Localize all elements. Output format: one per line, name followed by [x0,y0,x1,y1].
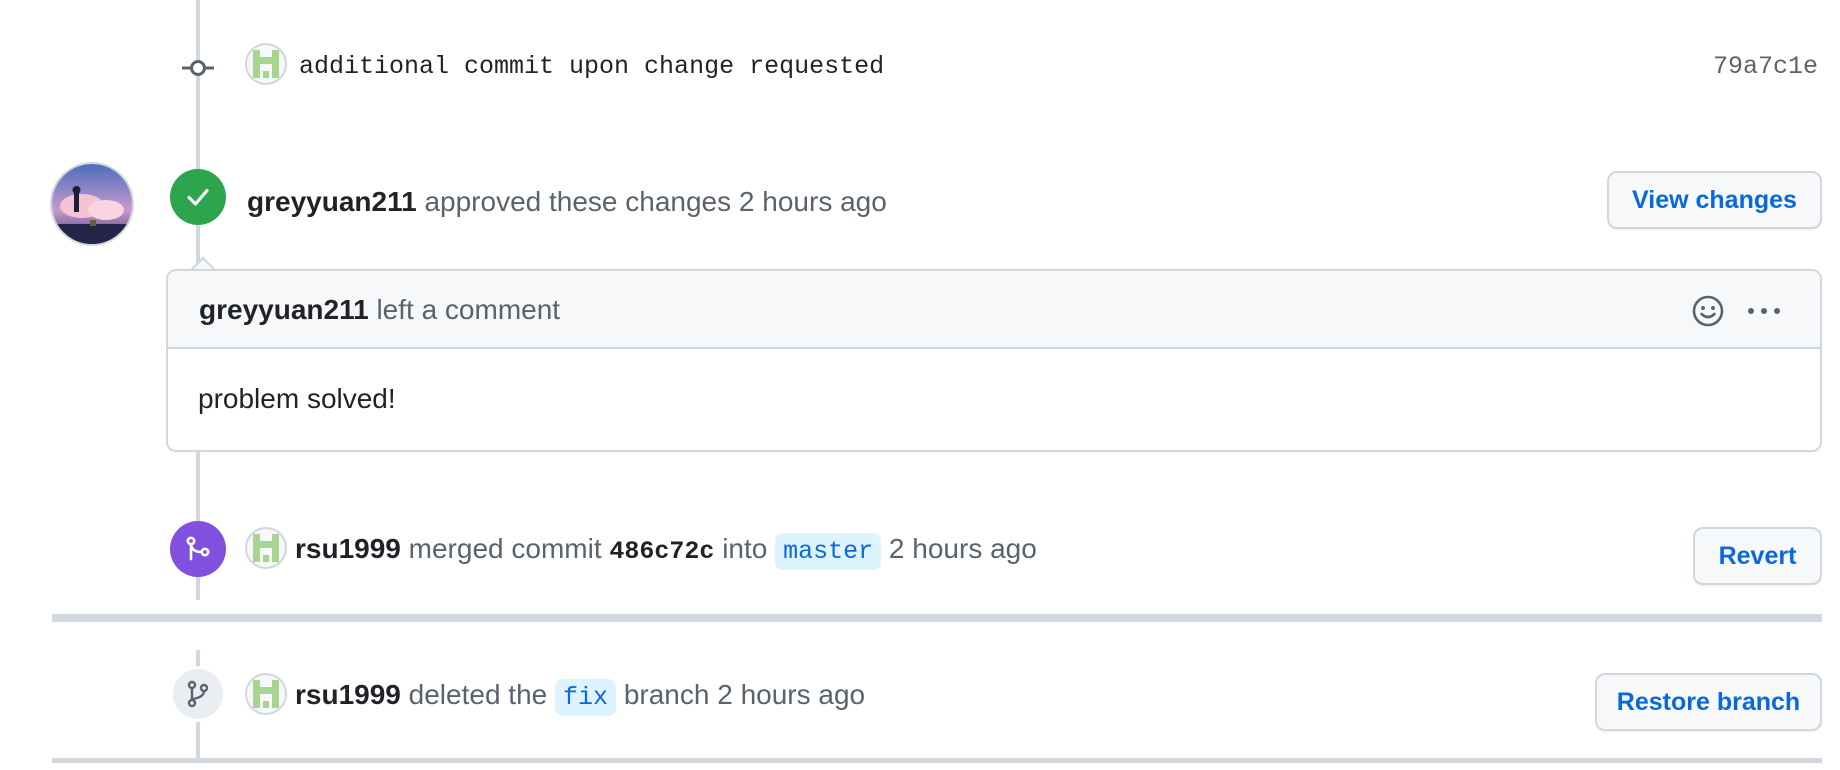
review-time[interactable]: 2 hours ago [739,186,887,217]
commit-sha[interactable]: 79a7c1e [1713,51,1818,83]
git-commit-icon [182,52,214,84]
merge-action: merged commit [408,533,602,564]
check-icon [187,188,209,206]
delete-author-link[interactable]: rsu1999 [295,679,401,710]
avatar[interactable] [245,43,287,85]
merge-time[interactable]: 2 hours ago [889,533,1037,564]
delete-event-text: rsu1999 deleted the fix branch 2 hours a… [295,677,865,716]
delete-action-after: branch [623,679,710,710]
revert-button[interactable]: Revert [1693,527,1822,585]
merge-author-link[interactable]: rsu1999 [295,533,401,564]
review-event-text: greyyuan211 approved these changes 2 hou… [247,184,887,220]
timeline-divider-bottom [52,758,1822,763]
comment-action: left a comment [376,294,561,325]
reviewer-avatar[interactable] [50,162,134,246]
merge-into: into [722,533,768,564]
comment-header-text: greyyuan211 left a comment [199,292,560,328]
comment-author-link[interactable]: greyyuan211 [199,294,369,325]
merged-badge [170,521,226,577]
smiley-icon[interactable] [1691,294,1725,328]
kebab-horizontal-icon[interactable] [1746,298,1782,324]
review-comment: greyyuan211 left a comment problem solve… [166,269,1822,452]
branch-chip-fix[interactable]: fix [555,679,617,716]
comment-header: greyyuan211 left a comment [168,271,1820,349]
avatar[interactable] [245,673,287,715]
review-action: approved these changes [424,186,732,217]
git-merge-icon [186,536,210,561]
git-branch-icon [187,680,209,708]
restore-branch-button[interactable]: Restore branch [1595,673,1822,731]
delete-action-before: deleted the [408,679,548,710]
delete-time[interactable]: 2 hours ago [717,679,865,710]
view-changes-button[interactable]: View changes [1607,171,1822,229]
timeline-divider [52,614,1822,622]
branch-chip-master[interactable]: master [775,533,882,570]
commit-message[interactable]: additional commit upon change requested [299,51,884,83]
branch-deleted-badge [170,666,226,722]
comment-body: problem solved! [198,383,396,414]
commit-event: additional commit upon change requested … [0,0,1840,130]
review-author-link[interactable]: greyyuan211 [247,186,417,217]
merge-event-text: rsu1999 merged commit 486c72c into maste… [295,531,1037,570]
approved-badge [170,169,226,225]
avatar[interactable] [245,527,287,569]
merge-commit-link[interactable]: 486c72c [609,537,714,566]
